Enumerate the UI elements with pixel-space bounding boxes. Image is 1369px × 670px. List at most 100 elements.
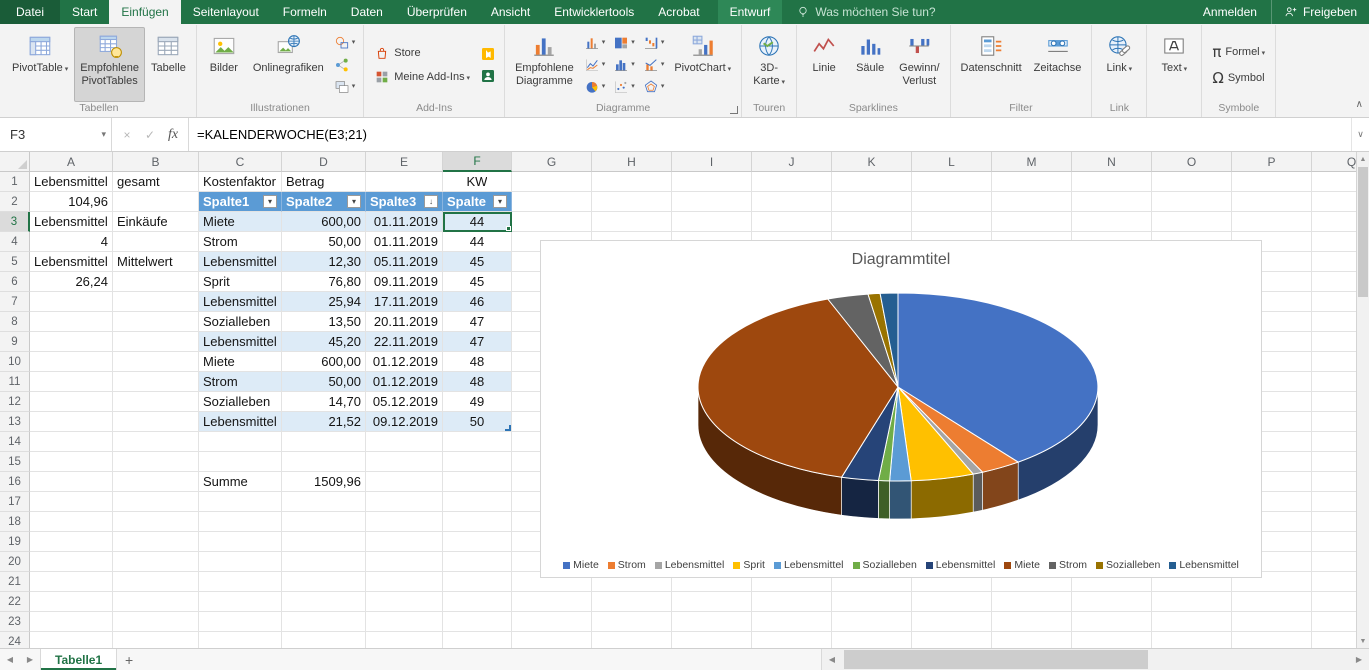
cell-b18[interactable] (113, 512, 199, 532)
cell-l23[interactable] (912, 612, 992, 632)
cell-d18[interactable] (282, 512, 366, 532)
cell-b22[interactable] (113, 592, 199, 612)
row-header-18[interactable]: 18 (0, 512, 30, 532)
cell-d20[interactable] (282, 552, 366, 572)
cell-d4[interactable]: 50,00 (282, 232, 366, 252)
cell-e24[interactable] (366, 632, 443, 648)
cell-p3[interactable] (1232, 212, 1312, 232)
cell-c1[interactable]: Kostenfaktor (199, 172, 282, 192)
legend-item-sozialleben[interactable]: Sozialleben (853, 559, 917, 571)
cell-d21[interactable] (282, 572, 366, 592)
link-button[interactable]: Link ▾ (1096, 27, 1142, 102)
cell-m2[interactable] (992, 192, 1072, 212)
cell-a23[interactable] (30, 612, 113, 632)
cell-d6[interactable]: 76,80 (282, 272, 366, 292)
onlinegrafiken-button[interactable]: Onlinegrafiken (247, 27, 330, 102)
column-header-m[interactable]: M (992, 152, 1072, 172)
cell-a19[interactable] (30, 532, 113, 552)
tab-ansicht[interactable]: Ansicht (479, 0, 542, 24)
cell-q24[interactable] (1312, 632, 1356, 648)
datenschnitt-button[interactable]: Datenschnitt (955, 27, 1028, 102)
bing-maps-button[interactable] (476, 44, 500, 64)
column-header-k[interactable]: K (832, 152, 912, 172)
cell-q6[interactable] (1312, 272, 1356, 292)
row-header-5[interactable]: 5 (0, 252, 30, 272)
linie-button[interactable]: Linie (801, 27, 847, 102)
cell-i2[interactable] (672, 192, 752, 212)
cell-q11[interactable] (1312, 372, 1356, 392)
cell-c8[interactable]: Sozialleben (199, 312, 282, 332)
store-button[interactable]: Store (368, 42, 476, 64)
cell-c12[interactable]: Sozialleben (199, 392, 282, 412)
legend-item-miete[interactable]: Miete (563, 559, 599, 571)
3d-karte-button[interactable]: 3D- Karte ▾ (746, 27, 792, 102)
column-header-e[interactable]: E (366, 152, 443, 172)
cell-c23[interactable] (199, 612, 282, 632)
fill-handle[interactable] (506, 226, 511, 231)
cell-d19[interactable] (282, 532, 366, 552)
sheet-nav-prev-icon[interactable]: ◀ (0, 649, 20, 670)
column-header-h[interactable]: H (592, 152, 672, 172)
cell-h24[interactable] (592, 632, 672, 648)
cell-d17[interactable] (282, 492, 366, 512)
cell-o3[interactable] (1152, 212, 1232, 232)
cell-f23[interactable] (443, 612, 512, 632)
cell-a11[interactable] (30, 372, 113, 392)
cell-i1[interactable] (672, 172, 752, 192)
cell-f7[interactable]: 46 (443, 292, 512, 312)
cell-q1[interactable] (1312, 172, 1356, 192)
cell-f8[interactable]: 47 (443, 312, 512, 332)
hscroll-right-icon[interactable]: ▶ (1349, 649, 1369, 670)
cell-d11[interactable]: 50,00 (282, 372, 366, 392)
cell-d13[interactable]: 21,52 (282, 412, 366, 432)
cell-e1[interactable] (366, 172, 443, 192)
cell-d22[interactable] (282, 592, 366, 612)
sort-filter-button[interactable]: ↓ (424, 195, 438, 208)
cell-g1[interactable] (512, 172, 592, 192)
cell-a15[interactable] (30, 452, 113, 472)
row-header-22[interactable]: 22 (0, 592, 30, 612)
tab-seitenlayout[interactable]: Seitenlayout (181, 0, 271, 24)
cell-o2[interactable] (1152, 192, 1232, 212)
cell-p2[interactable] (1232, 192, 1312, 212)
cell-f4[interactable]: 44 (443, 232, 512, 252)
row-header-23[interactable]: 23 (0, 612, 30, 632)
row-header-16[interactable]: 16 (0, 472, 30, 492)
cell-o24[interactable] (1152, 632, 1232, 648)
row-header-15[interactable]: 15 (0, 452, 30, 472)
symbol-button[interactable]: ΩSymbol (1206, 66, 1271, 90)
empfohlene-diagramme-button[interactable]: Empfohlene Diagramme (509, 27, 580, 102)
chart-column-button[interactable]: ▾ (580, 33, 610, 53)
cell-b2[interactable] (113, 192, 199, 212)
cell-q22[interactable] (1312, 592, 1356, 612)
column-header-c[interactable]: C (199, 152, 282, 172)
formel-button[interactable]: πFormel ▾ (1206, 40, 1271, 64)
chart-surface-button[interactable]: ▾ (639, 77, 669, 97)
tab-daten[interactable]: Daten (339, 0, 395, 24)
cell-n24[interactable] (1072, 632, 1152, 648)
cell-d10[interactable]: 600,00 (282, 352, 366, 372)
cell-f20[interactable] (443, 552, 512, 572)
new-sheet-button[interactable]: + (117, 649, 141, 670)
horizontal-scrollbar[interactable]: ◀ ▶ (821, 649, 1369, 670)
cell-a3[interactable]: Lebensmittel (30, 212, 113, 232)
cell-a22[interactable] (30, 592, 113, 612)
tab-datei[interactable]: Datei (0, 0, 60, 24)
cell-g3[interactable] (512, 212, 592, 232)
cell-h22[interactable] (592, 592, 672, 612)
cell-a12[interactable] (30, 392, 113, 412)
cell-c13[interactable]: Lebensmittel (199, 412, 282, 432)
cell-q3[interactable] (1312, 212, 1356, 232)
row-header-1[interactable]: 1 (0, 172, 30, 192)
people-graph-button[interactable] (476, 66, 500, 86)
cell-a14[interactable] (30, 432, 113, 452)
cell-a7[interactable] (30, 292, 113, 312)
chart-legend[interactable]: MieteStromLebensmittelSpritLebensmittelS… (541, 559, 1261, 571)
cell-c16[interactable]: Summe (199, 472, 282, 492)
cell-e14[interactable] (366, 432, 443, 452)
pie-plot-area[interactable] (541, 241, 1263, 579)
cell-b17[interactable] (113, 492, 199, 512)
cell-m24[interactable] (992, 632, 1072, 648)
cell-e11[interactable]: 01.12.2019 (366, 372, 443, 392)
cell-k23[interactable] (832, 612, 912, 632)
